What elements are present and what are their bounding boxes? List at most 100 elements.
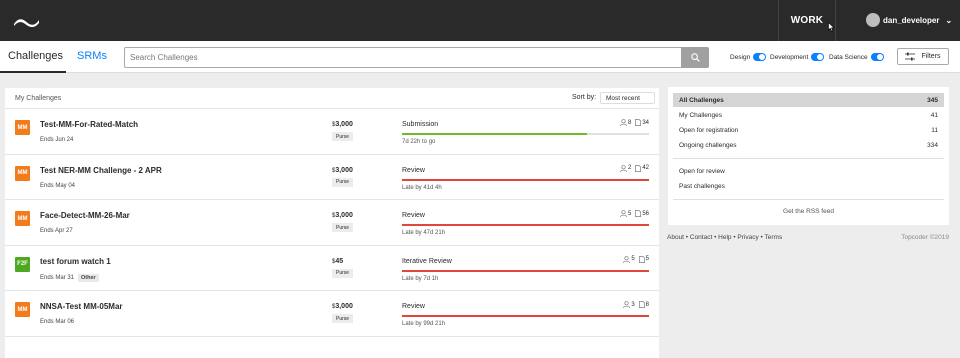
phase-progress-bar [402,133,649,135]
prize-value: 3,000 [335,121,353,128]
challenge-end-date: Ends Mar 31 Other [40,273,99,282]
sidebar-item-label: Open for registration [679,126,739,134]
chevron-down-icon: ⌄ [945,15,953,25]
tab-challenges[interactable]: Challenges [8,50,63,62]
sort-select[interactable]: Most recent [600,92,655,104]
submissions-count[interactable]: 34 [635,119,649,126]
sidebar-item-count: 41 [930,111,938,119]
challenge-phase: Review [402,166,425,174]
phase-time-remaining: Late by 47d 21h [402,230,446,236]
username: dan_developer [883,15,940,25]
challenge-stats: 2 42 [616,164,649,172]
search-input[interactable] [124,47,681,68]
sidebar-item-open-for-registration[interactable]: Open for registration 11 [673,123,944,137]
filter-bar: Challenges SRMs Design Development Data … [0,41,960,73]
challenge-row[interactable]: F2F test forum watch 1 Ends Mar 31 Other $45… [5,246,659,291]
sidebar-item-count: 11 [931,126,938,134]
purse-label: Purse [332,314,354,323]
design-toggle[interactable]: Design [730,53,767,61]
registrants-count[interactable]: 3 [623,301,635,308]
challenge-end-date: Ends Apr 27 [40,228,73,234]
topcoder-logo[interactable] [13,14,40,32]
submissions-value: 34 [642,119,649,126]
registrants-count[interactable]: 2 [620,164,631,172]
progress-fill [402,178,649,181]
phase-progress-bar [402,315,649,317]
challenge-name-link[interactable]: NNSA-Test MM-05Mar [40,302,123,311]
submissions-count[interactable]: 56 [635,210,649,217]
end-date-text: Ends Apr 27 [40,228,73,234]
challenge-phase: Submission [402,121,439,128]
challenge-stats: 8 34 [616,119,649,126]
tech-tag[interactable]: Other [78,273,99,282]
submissions-value: 8 [645,301,649,308]
phase-time-remaining: Late by 7d 1h [402,275,439,282]
user-icon [620,164,627,172]
toggle-label: Data Science [829,53,868,61]
track-badge: F2F [15,256,30,272]
toggle-switch[interactable] [811,53,825,61]
track-badge: MM [15,211,30,226]
end-date-text: Ends Mar 31 [40,274,75,281]
registrants-count[interactable]: 5 [620,210,631,217]
sidebar-item-label: Past challenges [679,182,725,190]
submissions-count[interactable]: 8 [638,301,649,308]
footer-links[interactable]: About • Contact • Help • Privacy • Terms [667,234,782,241]
sidebar-item-label: My Challenges [679,111,722,119]
toggle-label: Development [770,53,809,61]
sidebar-item-label: All Challenges [679,96,724,104]
submission-icon [638,301,645,308]
tab-srms[interactable]: SRMs [77,50,107,62]
toggle-switch[interactable] [753,53,767,61]
phase-progress-bar [402,224,649,226]
challenge-stats: 5 56 [616,210,649,217]
sidebar-item-past-challenges[interactable]: Past challenges [673,179,944,193]
registrants-value: 8 [627,119,632,126]
development-toggle[interactable]: Development [770,53,825,61]
challenge-row[interactable]: MM Test-MM-For-Rated-Match Ends Jun 24 $3,0… [5,109,659,155]
toggle-label: Design [730,53,751,61]
submission-icon [638,255,645,263]
prize-amount: $3,000 [332,121,353,128]
sort-label: Sort by: [572,94,597,101]
challenge-row[interactable]: MM Test NER-MM Challenge - 2 APR Ends May … [5,155,659,200]
list-header: My Challenges Sort by: Most recent [5,88,659,109]
submissions-count[interactable]: 42 [635,164,649,172]
user-menu[interactable]: dan_developer ⌄ [866,13,952,27]
registrants-count[interactable]: 5 [623,255,635,263]
prize-value: 3,000 [335,303,353,310]
sidebar-item-ongoing-challenges[interactable]: Ongoing challenges 334 [673,138,944,152]
purse-label: Purse [332,223,354,232]
filters-button[interactable]: Filters [897,48,949,65]
challenge-phase: Review [402,303,425,310]
submissions-count[interactable]: 5 [638,255,649,263]
search-icon [690,53,700,62]
sidebar-item-open-for-review[interactable]: Open for review [673,164,944,178]
registrants-count[interactable]: 8 [620,119,631,126]
track-badge: MM [15,302,30,317]
challenge-name-link[interactable]: Face-Detect-MM-26-Mar [40,211,130,220]
challenge-phase: Iterative Review [402,257,452,265]
phase-time-remaining: 7d 22h to go [402,139,436,145]
sidebar-item-my-challenges[interactable]: My Challenges 41 [673,108,944,122]
sidebar-item-label: Open for review [679,167,725,175]
progress-fill [402,315,649,317]
end-date-text: Ends Mar 06 [40,319,75,325]
registrants-value: 5 [631,256,635,262]
challenge-name-link[interactable]: test forum watch 1 [40,257,111,266]
purse-label: Purse [332,132,354,141]
phase-progress-bar [402,269,649,272]
sidebar-item-count: 334 [927,141,938,149]
sidebar-item-all-challenges[interactable]: All Challenges 345 [673,93,944,107]
search-button[interactable] [681,47,709,68]
prize-amount: $3,000 [332,303,353,310]
rss-feed-link[interactable]: Get the RSS feed [668,208,949,215]
challenge-name-link[interactable]: Test-MM-For-Rated-Match [40,120,138,129]
challenge-row[interactable]: MM NNSA-Test MM-05Mar Ends Mar 06 $3,000 Pur… [5,291,659,337]
challenge-row[interactable]: MM Face-Detect-MM-26-Mar Ends Apr 27 $3,000… [5,200,659,246]
data-science-toggle[interactable]: Data Science [829,53,884,61]
prize-value: 3,000 [335,212,353,219]
challenge-name-link[interactable]: Test NER-MM Challenge - 2 APR [40,166,162,175]
toggle-switch[interactable] [870,53,884,61]
prize-amount: $45 [332,258,343,265]
